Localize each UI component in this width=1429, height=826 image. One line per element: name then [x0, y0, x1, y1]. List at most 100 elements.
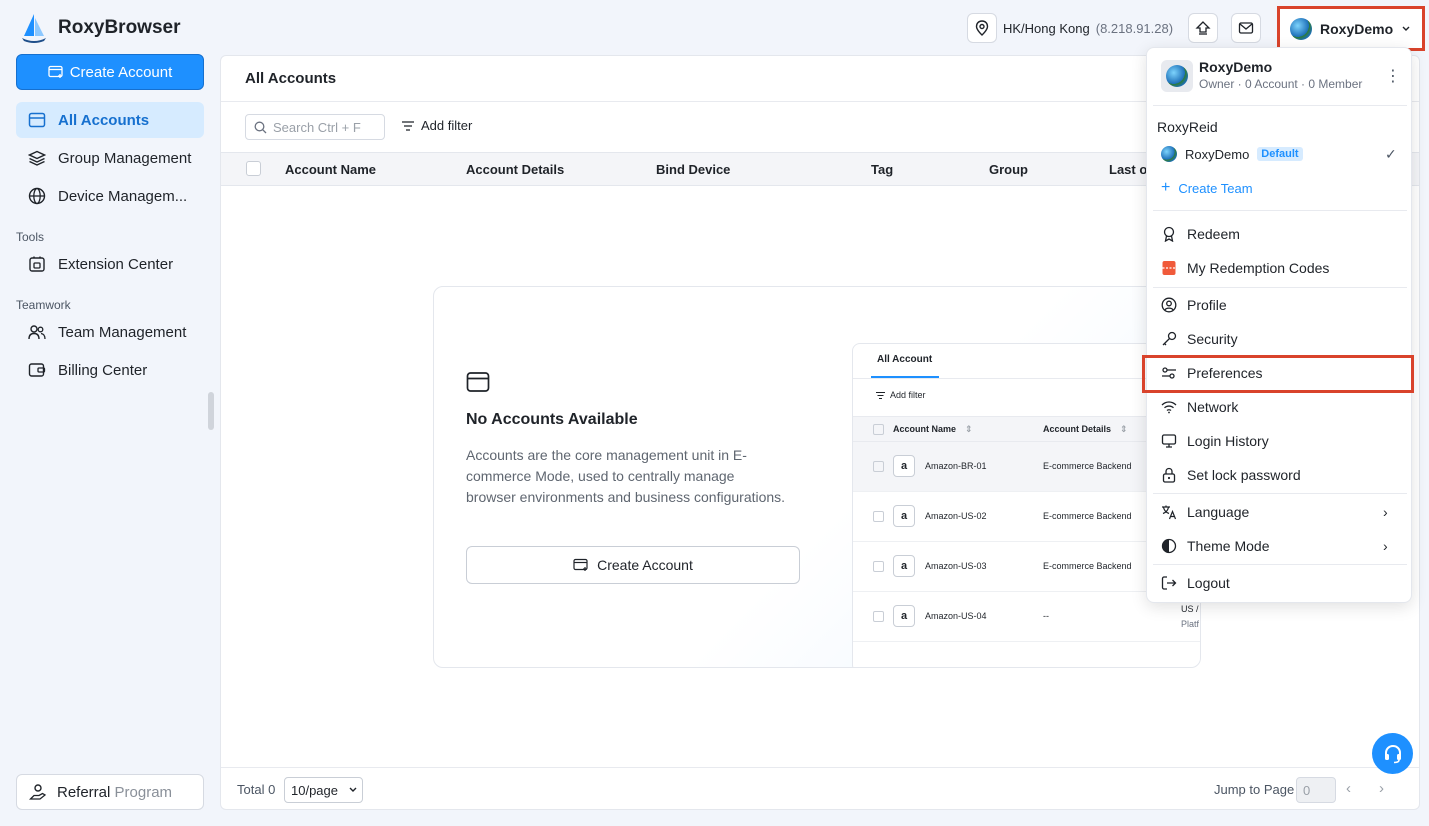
column-header[interactable]: Account Details [466, 162, 564, 177]
upload-button[interactable] [1188, 13, 1218, 43]
preview-checkbox [873, 561, 884, 572]
referral-program-button[interactable]: Referral Program [16, 774, 204, 810]
globe-avatar-icon [1166, 65, 1188, 87]
empty-state-card: No Accounts Available Accounts are the c… [433, 286, 1201, 668]
column-header[interactable]: Account Name [285, 162, 376, 177]
menu-item-label: Redeem [1187, 226, 1240, 242]
jump-to-page-label: Jump to Page [1214, 782, 1295, 797]
chevron-right-icon: › [1383, 504, 1388, 520]
preferences-highlight [1142, 355, 1414, 393]
mail-icon [1238, 22, 1254, 34]
app-name: RoxyBrowser [58, 17, 181, 38]
sidebar-item-extension-center[interactable]: Extension Center [16, 246, 204, 282]
empty-state-title: No Accounts Available [466, 411, 638, 428]
create-team-button[interactable]: + Create Team [1161, 179, 1253, 197]
preview-column-header: Account Details [1043, 424, 1112, 434]
select-all-checkbox[interactable] [246, 161, 261, 176]
menu-item-label: Network [1187, 399, 1239, 415]
location-pin-icon [967, 13, 997, 43]
create-account-icon [48, 65, 63, 78]
monitor-icon [1161, 434, 1177, 448]
search-icon [254, 121, 267, 133]
extension-icon [29, 256, 45, 272]
team-owner-name: RoxyReid [1157, 119, 1218, 135]
award-icon [1163, 226, 1175, 242]
preview-checkbox [873, 511, 884, 522]
create-account-label: Create Account [69, 63, 173, 81]
preview-account-name: Amazon-BR-01 [925, 461, 987, 471]
menu-item-profile[interactable]: Profile [1161, 297, 1227, 313]
referral-label: Referral [57, 783, 111, 801]
location-ip: (8.218.91.28) [1095, 20, 1174, 36]
column-header[interactable]: Bind Device [656, 162, 730, 177]
menu-item-language[interactable]: Language [1161, 504, 1249, 520]
column-header[interactable]: Tag [871, 162, 893, 177]
user-circle-icon [1161, 297, 1177, 313]
user-avatar [1290, 17, 1312, 40]
team-icon [28, 325, 46, 340]
sidebar-item-label: Group Management [58, 149, 192, 167]
preview-filter: Add filter [875, 390, 926, 400]
search-input[interactable]: Search Ctrl + F [245, 114, 385, 140]
check-icon: ✓ [1385, 146, 1397, 162]
preview-side-text: US / [1181, 604, 1199, 614]
add-filter-button[interactable]: Add filter [401, 118, 472, 133]
divider [1153, 493, 1407, 494]
mail-button[interactable] [1231, 13, 1261, 43]
prev-page-icon[interactable]: ‹ [1346, 780, 1351, 797]
sort-icon: ⇕ [1120, 424, 1128, 434]
menu-item-security[interactable]: Security [1161, 331, 1238, 347]
next-page-icon[interactable]: › [1379, 780, 1384, 797]
sidebar-item-team-management[interactable]: Team Management [16, 314, 204, 350]
menu-item-label: My Redemption Codes [1187, 260, 1330, 276]
gift-hand-icon [29, 784, 47, 800]
sidebar-item-all-accounts[interactable]: All Accounts [16, 102, 204, 138]
sort-icon: ⇕ [965, 424, 973, 434]
sidebar-item-billing-center[interactable]: Billing Center [16, 352, 204, 388]
sidebar-item-group-management[interactable]: Group Management [16, 140, 204, 176]
menu-item-lock-password[interactable]: Set lock password [1161, 467, 1301, 483]
proxy-location[interactable]: HK/Hong Kong (8.218.91.28) [967, 12, 1173, 44]
jump-to-page-input[interactable]: 0 [1296, 777, 1336, 803]
menu-item-logout[interactable]: Logout [1161, 575, 1230, 591]
divider [1153, 287, 1407, 288]
sidebar-item-label: Device Managem... [58, 187, 188, 205]
menu-item-theme-mode[interactable]: Theme Mode [1161, 538, 1269, 554]
chevron-down-icon [349, 787, 357, 792]
sidebar-item-device-management[interactable]: Device Managem... [16, 178, 204, 214]
amazon-logo-icon: a [893, 505, 915, 527]
layers-icon [28, 150, 46, 166]
menu-item-label: Set lock password [1187, 467, 1301, 483]
key-icon [1162, 331, 1177, 346]
user-menu-button[interactable]: RoxyDemo [1277, 6, 1425, 51]
column-header[interactable]: Group [989, 162, 1028, 177]
menu-item-redeem[interactable]: Redeem [1161, 226, 1240, 242]
empty-state-description: Accounts are the core management unit in… [466, 447, 786, 505]
column-header[interactable]: Last o [1109, 162, 1147, 177]
create-account-button[interactable]: Create Account [16, 54, 204, 90]
page-size-select[interactable]: 10/page [284, 777, 363, 803]
preview-account-name: Amazon-US-04 [925, 611, 987, 621]
menu-item-redemption-codes[interactable]: My Redemption Codes [1161, 260, 1329, 276]
create-team-label: Create Team [1178, 180, 1253, 196]
support-button[interactable] [1372, 733, 1413, 774]
menu-item-network[interactable]: Network [1161, 399, 1238, 415]
menu-item-label: Security [1187, 331, 1238, 347]
user-name: RoxyDemo [1320, 20, 1394, 37]
more-vertical-icon[interactable]: ⋮ [1385, 66, 1401, 86]
app-logo: RoxyBrowser [20, 12, 181, 44]
sidebar-scrollbar[interactable] [208, 392, 214, 430]
divider [1153, 564, 1407, 565]
section-title-teamwork: Teamwork [16, 298, 71, 312]
add-filter-label: Add filter [421, 118, 473, 133]
menu-item-login-history[interactable]: Login History [1161, 433, 1269, 449]
team-option[interactable]: RoxyDemo Default [1161, 146, 1303, 162]
empty-create-account-button[interactable]: Create Account [466, 546, 800, 584]
plus-icon: + [1161, 179, 1171, 196]
lock-icon [1162, 467, 1176, 483]
wifi-icon [1161, 401, 1177, 414]
referral-label-faded: Program [114, 783, 173, 801]
page-title: All Accounts [245, 70, 337, 87]
menu-item-label: Theme Mode [1187, 538, 1270, 554]
amazon-logo-icon: a [893, 455, 915, 477]
